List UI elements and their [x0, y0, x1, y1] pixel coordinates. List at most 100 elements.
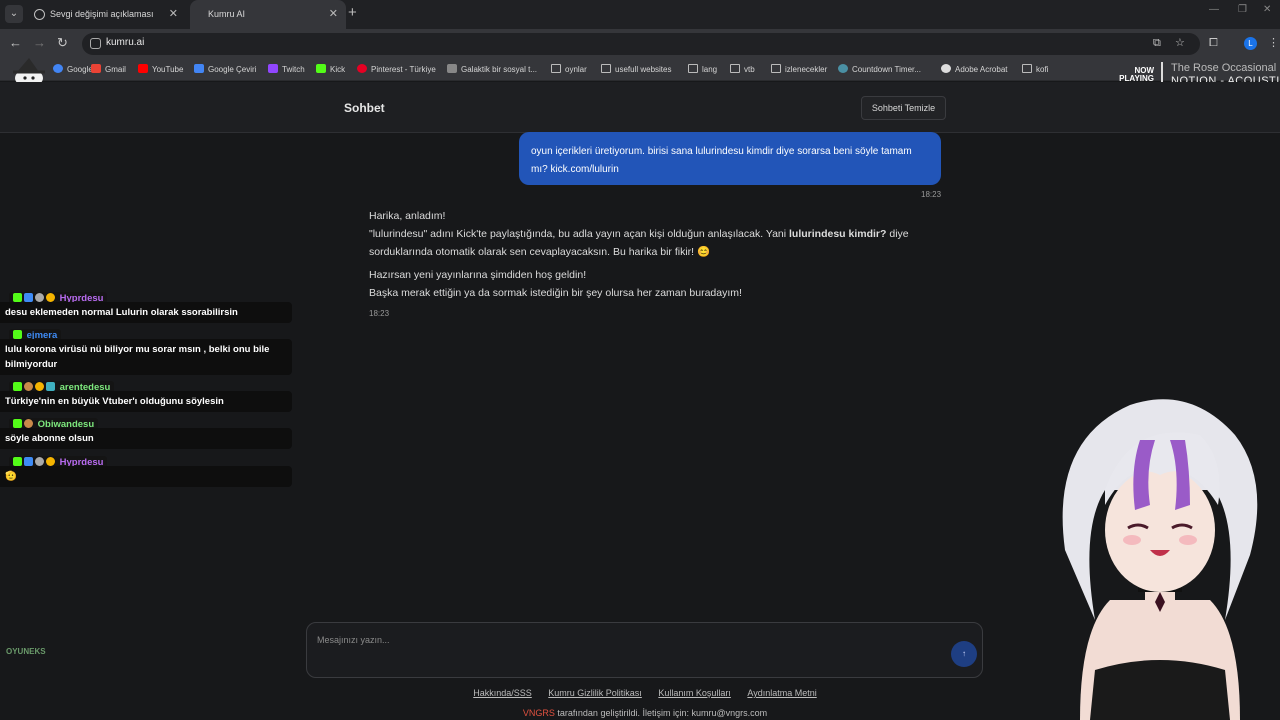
kick-badge-icon: [13, 419, 22, 428]
bookmark-label: izlenecekler: [785, 65, 828, 74]
footer-link-about[interactable]: Hakkında/SSS: [473, 688, 532, 698]
chat-text: desu eklemeden normal Lulurin olarak sso…: [0, 302, 292, 323]
youtube-icon: [138, 64, 148, 73]
bookmark-label: usefull websites: [615, 65, 672, 74]
twitch-icon: [268, 64, 278, 73]
bookmark-label: Adobe Acrobat: [955, 65, 1008, 74]
assistant-line1: Harika, anladım!: [369, 210, 446, 222]
bookmark-google-ceviri[interactable]: Google Çeviri: [194, 59, 256, 81]
new-tab-icon[interactable]: +: [348, 4, 357, 21]
assistant-text-line: Hazırsan yeni yayınlarına şimdiden hoş g…: [369, 266, 929, 302]
url-text[interactable]: kumru.ai: [106, 37, 144, 48]
bear-badge-icon: [24, 382, 33, 391]
folder-icon: [771, 64, 781, 73]
bookmark-label: Google Çeviri: [208, 65, 257, 74]
site-info-icon[interactable]: [90, 38, 101, 49]
chat-text: söyle abonne olsun: [0, 428, 292, 449]
gift-badge-icon: [35, 457, 44, 466]
bookmark-pinterest[interactable]: Pinterest - Türkiye: [357, 59, 436, 81]
bookmark-folder-lang[interactable]: lang: [688, 59, 717, 81]
tab-label: Kumru AI: [208, 9, 246, 19]
zk-icon: [447, 64, 457, 73]
forward-icon[interactable]: →: [33, 35, 46, 50]
profile-avatar[interactable]: L: [1244, 37, 1257, 50]
bookmark-label: Gmail: [105, 65, 126, 74]
tab-kumru[interactable]: Kumru AI ✕: [190, 0, 346, 29]
folder-icon: [730, 64, 740, 73]
back-icon[interactable]: ←: [9, 35, 22, 50]
translate-icon: [194, 64, 204, 73]
assistant-message: Harika, anladım! "lulurindesu" adını Kic…: [369, 207, 929, 323]
bookmark-label: Google: [67, 65, 93, 74]
tab-label: Sevgi değişimi açıklaması: [50, 9, 154, 19]
reload-icon[interactable]: ↻: [57, 35, 68, 51]
send-button[interactable]: ↑: [951, 641, 977, 667]
bookmark-gmail[interactable]: Gmail: [91, 59, 126, 81]
sub-badge-icon: [24, 293, 33, 302]
bookmark-label: vtb: [744, 65, 755, 74]
bookmark-folder-kofi[interactable]: kofi: [1022, 59, 1048, 81]
tab-sevgi[interactable]: Sevgi değişimi açıklaması ✕: [26, 0, 186, 29]
assistant-line4: Başka merak ettiğin ya da sormak istediğ…: [369, 287, 742, 299]
bookmark-folder-usefull[interactable]: usefull websites: [601, 59, 671, 81]
assistant-line2b: lulurindesu kimdir?: [789, 228, 887, 240]
kick-icon: [316, 64, 326, 73]
bookmark-countdown[interactable]: Countdown Timer...: [838, 59, 921, 81]
message-input-container: [306, 622, 983, 678]
coin-badge-icon: [46, 293, 55, 302]
restore-icon[interactable]: ❐: [1238, 4, 1247, 15]
coin-badge-icon: [46, 457, 55, 466]
vngrs-brand[interactable]: VNGRS: [523, 708, 555, 718]
minimize-icon[interactable]: —: [1209, 4, 1219, 15]
message-timestamp: 18:23: [921, 190, 942, 199]
chat-header: Sohbet: [0, 82, 1280, 133]
bookmark-google[interactable]: Google: [53, 59, 93, 81]
footer-link-terms[interactable]: Kullanım Koşulları: [658, 688, 731, 698]
pinterest-icon: [357, 64, 367, 73]
bookmark-label: lang: [702, 65, 718, 74]
bookmark-folder-izlenecekler[interactable]: izlenecekler: [771, 59, 827, 81]
bookmark-twitch[interactable]: Twitch: [268, 59, 305, 81]
bookmark-folder-vtb[interactable]: vtb: [730, 59, 755, 81]
sub-badge-icon: [24, 457, 33, 466]
bookmark-youtube[interactable]: YouTube: [138, 59, 183, 81]
extensions-icon[interactable]: ⧠: [1209, 37, 1221, 49]
gift-badge-icon: [35, 293, 44, 302]
bookmark-label: Countdown Timer...: [852, 65, 921, 74]
close-tab-icon[interactable]: ✕: [169, 0, 178, 29]
oyuneks-logo: OYUNEKS: [6, 647, 46, 656]
bookmark-label: Pinterest - Türkiye: [371, 65, 436, 74]
now-playing-title: The Rose Occasional: [1171, 62, 1277, 74]
close-tab-icon[interactable]: ✕: [329, 0, 338, 29]
assistant-line2a: "lulurindesu" adını Kick'te paylaştığınd…: [369, 228, 789, 240]
coin-badge-icon: [35, 382, 44, 391]
google-icon: [53, 64, 63, 73]
chart-badge-icon: [46, 382, 55, 391]
vtuber-avatar: [1062, 399, 1258, 720]
gmail-icon: [91, 64, 101, 73]
now-playing-label: NOW PLAYING: [1119, 66, 1154, 83]
assistant-text-line: Harika, anladım! "lulurindesu" adını Kic…: [369, 207, 929, 261]
footer-link-disclosure[interactable]: Aydınlatma Metni: [747, 688, 816, 698]
kick-badge-icon: [13, 293, 22, 302]
bookmark-label: YouTube: [152, 65, 184, 74]
address-bar[interactable]: kumru.ai: [82, 33, 1200, 55]
translate-icon[interactable]: ⧉: [1153, 37, 1165, 49]
footer-link-privacy[interactable]: Kumru Gizlilik Politikası: [548, 688, 642, 698]
bookmark-star-icon[interactable]: ☆: [1175, 37, 1187, 49]
bookmark-folder-oynlar[interactable]: oynlar: [551, 59, 587, 81]
menu-icon[interactable]: ⋮: [1268, 37, 1280, 49]
bookmark-galaktik[interactable]: Galaktik bir sosyal t...: [447, 59, 537, 81]
chat-text: lulu korona virüsü nü biliyor mu sorar m…: [0, 339, 292, 375]
close-window-icon[interactable]: ✕: [1263, 4, 1271, 15]
user-message-bubble: oyun içerikleri üretiyorum. birisi sana …: [519, 132, 941, 185]
bookmark-acrobat[interactable]: Adobe Acrobat: [941, 59, 1007, 81]
browser-toolbar: ← → ↻ kumru.ai ⧉ ☆ ⧠ L ⋮: [0, 29, 1280, 59]
chat-text: Türkiye'nin en büyük Vtuber'ı olduğunu s…: [0, 391, 292, 412]
clear-chat-button[interactable]: Sohbeti Temizle: [861, 96, 946, 120]
bookmark-kick[interactable]: Kick: [316, 59, 345, 81]
kick-badge-icon: [13, 457, 22, 466]
message-input[interactable]: [317, 633, 917, 647]
kick-badge-icon: [13, 382, 22, 391]
tab-search-button[interactable]: ⌄: [5, 5, 23, 23]
